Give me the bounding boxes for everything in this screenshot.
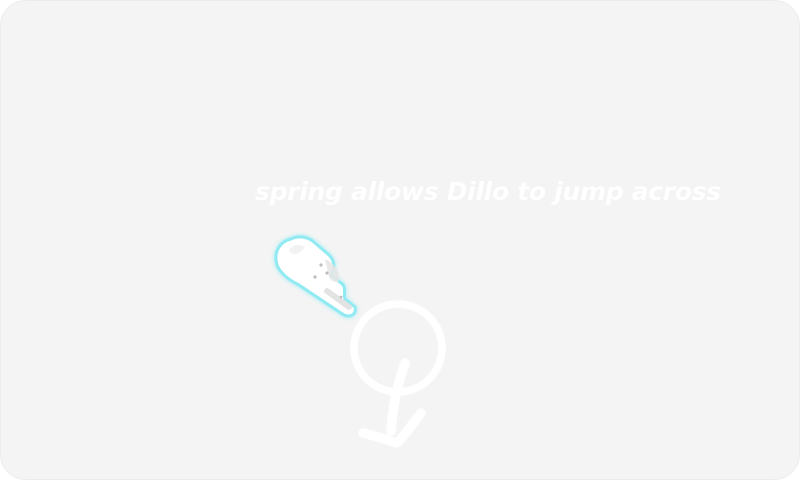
circle-swipe-down-gesture-icon bbox=[350, 300, 446, 448]
tutorial-hint-text: spring allows Dillo to jump across bbox=[255, 177, 721, 206]
game-screen[interactable]: spring allows Dillo to jump across bbox=[0, 0, 800, 480]
